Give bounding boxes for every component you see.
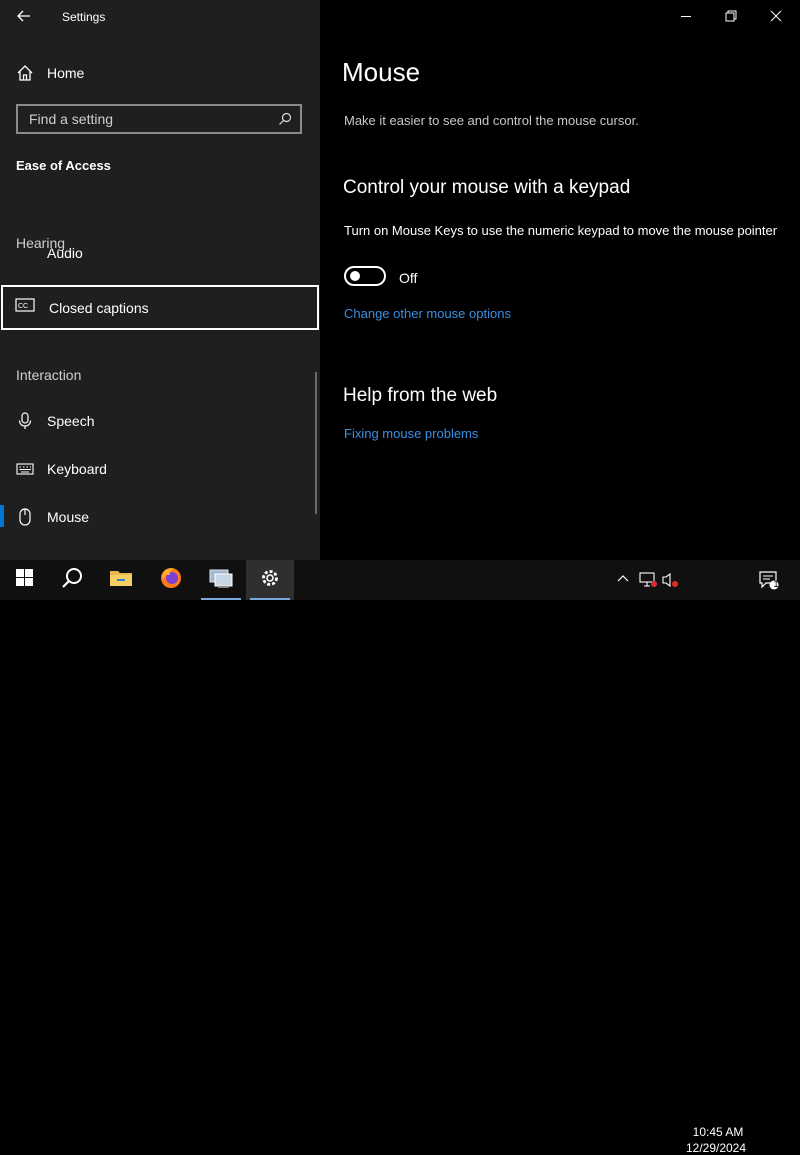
fixing-mouse-problems-link[interactable]: Fixing mouse problems	[344, 426, 478, 441]
mouse-icon	[16, 508, 34, 526]
search-input[interactable]	[27, 110, 271, 128]
network-icon[interactable]	[639, 572, 657, 593]
search-icon	[61, 567, 83, 594]
toggle-state-label: Off	[399, 270, 418, 286]
back-arrow-icon[interactable]	[14, 6, 34, 26]
remote-desktop-icon	[208, 567, 234, 594]
sidebar-item-label: Keyboard	[47, 461, 107, 477]
change-other-mouse-options-link[interactable]: Change other mouse options	[344, 306, 511, 321]
microphone-icon	[16, 412, 34, 430]
app-title: Settings	[62, 10, 106, 24]
taskbar: 10:45 AM 12/29/2024	[0, 560, 800, 1155]
sidebar-item-speech[interactable]: Speech	[0, 399, 320, 443]
category-title: Ease of Access	[16, 158, 111, 173]
sidebar-item-label: Home	[47, 65, 85, 81]
firefox-button[interactable]	[147, 560, 195, 600]
close-icon[interactable]	[766, 6, 786, 26]
sidebar-scrollbar[interactable]	[315, 372, 317, 514]
sidebar-item-closed-captions[interactable]: CC Closed captions	[1, 285, 319, 330]
home-icon	[16, 64, 34, 82]
search-icon[interactable]	[278, 112, 292, 131]
folder-icon	[109, 568, 133, 593]
svg-text:CC: CC	[18, 303, 28, 310]
sidebar-item-home[interactable]: Home	[0, 51, 320, 95]
chevron-up-icon[interactable]	[617, 572, 629, 590]
volume-muted-icon[interactable]	[662, 572, 680, 593]
page-description: Make it easier to see and control the mo…	[344, 113, 639, 128]
app-button[interactable]	[197, 560, 245, 600]
gear-icon	[260, 568, 280, 593]
sidebar: Settings Home Ease of Access Hearing Aud…	[0, 0, 320, 560]
sidebar-item-label: Mouse	[47, 509, 90, 525]
page-title: Mouse	[342, 57, 421, 87]
restore-icon[interactable]	[721, 6, 741, 26]
sidebar-item-label: Speech	[47, 413, 95, 429]
firefox-icon	[159, 566, 183, 595]
clock-time[interactable]: 10:45 AM	[690, 1125, 746, 1139]
keyboard-icon	[16, 460, 34, 478]
windows-logo-icon	[15, 569, 33, 591]
section-heading-keypad: Control your mouse with a keypad	[343, 177, 631, 198]
sidebar-item-label: Audio	[47, 248, 83, 261]
settings-button[interactable]	[246, 560, 294, 600]
notification-count-badge: 1	[773, 579, 779, 589]
clock-date[interactable]: 12/29/2024	[684, 1141, 748, 1155]
file-explorer-button[interactable]	[97, 560, 145, 600]
start-button[interactable]	[0, 560, 48, 600]
sidebar-item-mouse[interactable]: Mouse	[0, 495, 320, 539]
mouse-keys-toggle[interactable]	[344, 266, 386, 286]
sidebar-item-audio[interactable]: Audio	[0, 248, 320, 270]
section-heading-interaction: Interaction	[16, 367, 82, 383]
closed-captions-icon: CC	[15, 298, 35, 317]
sidebar-item-keyboard[interactable]: Keyboard	[0, 447, 320, 491]
toggle-knob	[350, 271, 360, 281]
search-button[interactable]	[48, 560, 96, 600]
minimize-icon[interactable]	[676, 6, 696, 26]
mouse-keys-description: Turn on Mouse Keys to use the numeric ke…	[344, 223, 778, 238]
search-box[interactable]	[16, 104, 302, 134]
sidebar-item-label: Closed captions	[49, 299, 149, 316]
section-heading-help: Help from the web	[343, 385, 498, 406]
